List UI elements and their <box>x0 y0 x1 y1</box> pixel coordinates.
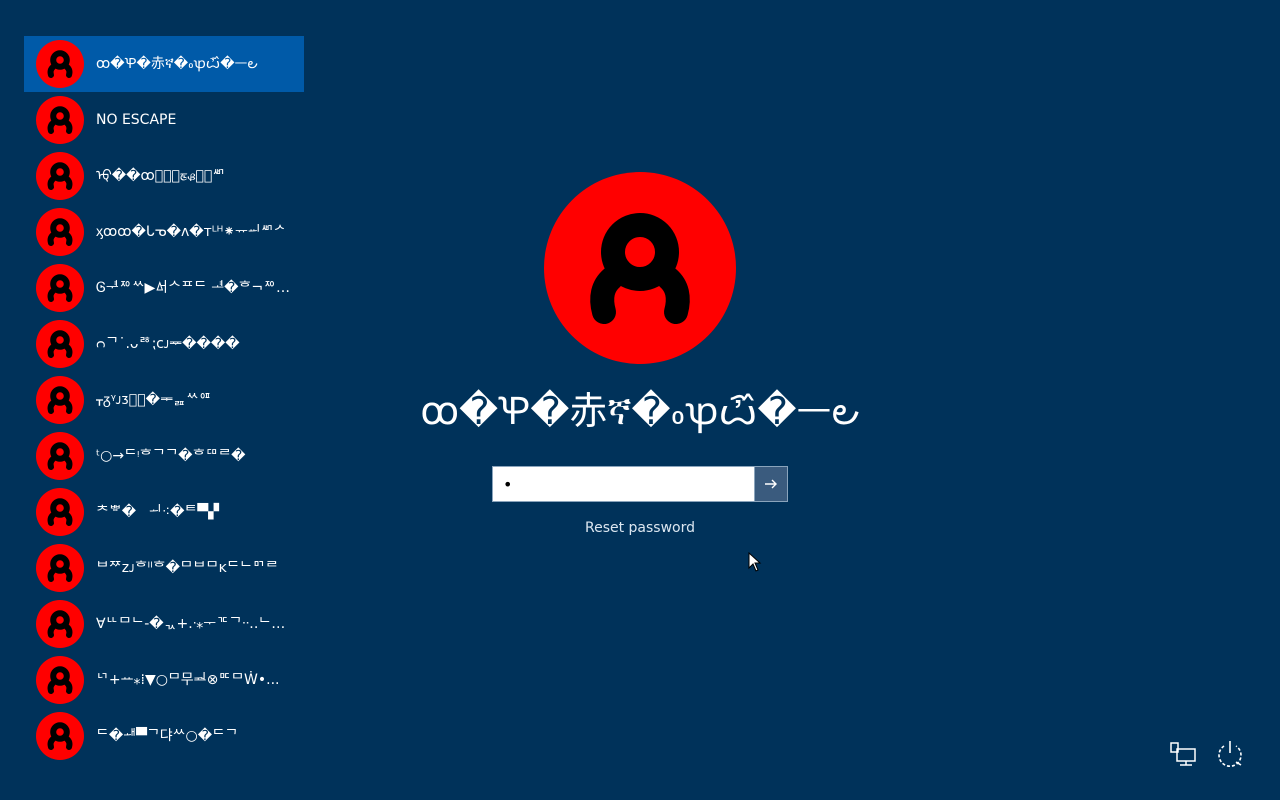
user-avatar <box>36 432 84 480</box>
user-avatar-icon <box>47 274 73 302</box>
user-item[interactable]: Ꮆᅾᅍᄿ▶ᅀᅥᄉᄑᄃ ᅽ�ᄒ¬ᅍᄂ... <box>24 260 304 316</box>
user-item[interactable]: ᡇ��ꝏ᷊ᷩ᳴ᤇᏸᄑ᷊ᄳ <box>24 148 304 204</box>
user-avatar <box>36 488 84 536</box>
power-button[interactable] <box>1214 738 1246 770</box>
network-button[interactable] <box>1168 738 1200 770</box>
power-icon <box>1218 741 1242 767</box>
user-item[interactable]: ᶍꝏꝏ�ᒐᓀ�ᴧ�ᴛᴸᴴ⁕ᅲᆈᄳᄼ <box>24 204 304 260</box>
selected-user-avatar <box>544 172 736 364</box>
user-name: ᴒᄀ˙.ᴗᄚ⁏ᴄᴊᆓ���� <box>96 336 240 352</box>
user-avatar-icon <box>590 213 690 324</box>
user-name: ᵗ○→ᄃᵎᄒᄀᄀ�ᄒᄃᄆᄅ� <box>96 448 246 464</box>
user-name: NO ESCAPE <box>96 112 177 128</box>
reset-password-link[interactable]: Reset password <box>540 518 740 538</box>
user-name: Ꮆᅾᅍᄿ▶ᅀᅥᄉᄑᄃ ᅽ�ᄒ¬ᅍᄂ... <box>96 280 296 296</box>
user-name: ᄃ�ᅫ▀ᄀ댜ᄊ○�ᄃᄀ <box>96 728 238 744</box>
user-item[interactable]: ᄇᅏᴢᴊᄒᴵᴵᄒ�ᄆᄇᄆᴋᄃᄂᄆᄀᄅ <box>24 540 304 596</box>
user-avatar-icon <box>47 442 73 470</box>
lock-screen: ꝏ�Ꝕ�赤ኛ�៰ꝕѽ̂�ᅳ౿ NO ESCAPE ᡇ��ꝏ᷊ᷩ᳴ᤇᏸᄑ᷊ᄳ ᶍꝏꝏ�ᒐ… <box>0 0 1280 800</box>
user-avatar-icon <box>47 666 73 694</box>
user-item[interactable]: ∀ᄔᄆᄂ-�ᆪ+.ᐧ⁎ᅮᄀᄃᄀᐧᐧ‥ᄂᄂ... <box>24 596 304 652</box>
user-avatar <box>36 544 84 592</box>
user-item[interactable]: ᴒᄀ˙.ᴗᄚ⁏ᴄᴊᆓ���� <box>24 316 304 372</box>
user-avatar <box>36 376 84 424</box>
user-avatar-icon <box>47 554 73 582</box>
user-avatar-icon <box>47 386 73 414</box>
user-item[interactable]: ᚁᵹᵞᴊᴣᄕ᷊�ᆍᆵᄿᅋ <box>24 372 304 428</box>
user-item[interactable]: ᄓ+ᅭ⁎⁞▼○ᄆ무ᆋ⊗ᄆᄃᄆẆ•... <box>24 652 304 708</box>
user-name: ᶍꝏꝏ�ᒐᓀ�ᴧ�ᴛᴸᴴ⁕ᅲᆈᄳᄼ <box>96 224 287 240</box>
user-avatar-icon <box>47 50 73 78</box>
arrow-right-icon <box>765 479 777 489</box>
user-avatar-icon <box>47 218 73 246</box>
user-name: ∀ᄔᄆᄂ-�ᆪ+.ᐧ⁎ᅮᄀᄃᄀᐧᐧ‥ᄂᄂ... <box>96 616 296 632</box>
user-avatar <box>36 320 84 368</box>
user-avatar <box>36 152 84 200</box>
user-avatar <box>36 264 84 312</box>
user-item[interactable]: ᄃ�ᅫ▀ᄀ댜ᄊ○�ᄃᄀ <box>24 708 304 764</box>
selected-user-name: ꝏ�Ꝕ�赤ኛ�៰ꝕѽ̂�ᅳ౿ <box>420 389 860 433</box>
network-icon <box>1170 742 1196 766</box>
user-avatar <box>36 656 84 704</box>
user-avatar-icon <box>47 498 73 526</box>
user-item[interactable]: NO ESCAPE <box>24 92 304 148</box>
user-avatar <box>36 40 84 88</box>
user-avatar-icon <box>47 162 73 190</box>
password-input[interactable] <box>493 467 754 501</box>
submit-password-button[interactable] <box>754 467 787 501</box>
user-list: ꝏ�Ꝕ�赤ኛ�៰ꝕѽ̂�ᅳ౿ NO ESCAPE ᡇ��ꝏ᷊ᷩ᳴ᤇᏸᄑ᷊ᄳ ᶍꝏꝏ�ᒐ… <box>24 36 304 772</box>
user-name: ᡇ��ꝏ᷊ᷩ᳴ᤇᏸᄑ᷊ᄳ <box>96 168 226 184</box>
user-avatar <box>36 96 84 144</box>
user-name: ᄓ+ᅭ⁎⁞▼○ᄆ무ᆋ⊗ᄆᄃᄆẆ•... <box>96 672 280 688</box>
user-avatar-icon <box>47 722 73 750</box>
user-name: ᄎᄬ�ᅠᅬ⁖�ᄐ▀▞ <box>96 504 219 520</box>
user-name: ᄇᅏᴢᴊᄒᴵᴵᄒ�ᄆᄇᄆᴋᄃᄂᄆᄀᄅ <box>96 560 279 576</box>
user-item[interactable]: ꝏ�Ꝕ�赤ኛ�៰ꝕѽ̂�ᅳ౿ <box>24 36 304 92</box>
password-box <box>492 466 788 502</box>
user-name: ᚁᵹᵞᴊᴣᄕ᷊�ᆍᆵᄿᅋ <box>96 392 212 408</box>
user-item[interactable]: ᵗ○→ᄃᵎᄒᄀᄀ�ᄒᄃᄆᄅ� <box>24 428 304 484</box>
user-avatar <box>36 600 84 648</box>
user-avatar-icon <box>47 106 73 134</box>
user-avatar <box>36 712 84 760</box>
user-avatar-icon <box>47 610 73 638</box>
user-item[interactable]: ᄎᄬ�ᅠᅬ⁖�ᄐ▀▞ <box>24 484 304 540</box>
user-avatar-icon <box>47 330 73 358</box>
mouse-cursor-icon <box>748 552 762 572</box>
user-name: ꝏ�Ꝕ�赤ኛ�៰ꝕѽ̂�ᅳ౿ <box>96 56 258 72</box>
user-avatar <box>36 208 84 256</box>
